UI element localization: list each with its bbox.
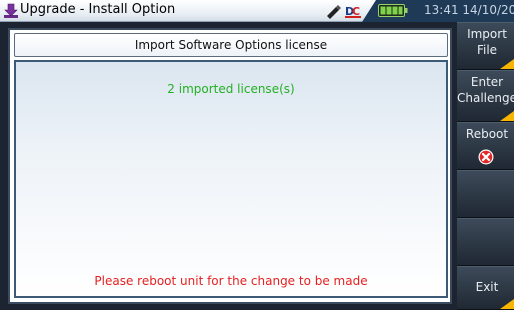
battery-icon: [378, 4, 408, 17]
reboot-button[interactable]: Reboot: [457, 122, 514, 170]
enter-challenge-label: Enter Challenge: [457, 75, 514, 105]
exit-label: Exit: [475, 280, 499, 294]
clock: 13:41 14/10/2016: [424, 3, 514, 17]
license-content-area: 2 imported license(s) Please reboot unit…: [14, 60, 448, 298]
panel-header: Import Software Options license: [14, 33, 448, 57]
window-title: Upgrade - Install Option: [20, 2, 176, 17]
import-file-button[interactable]: Import File: [457, 22, 514, 70]
close-icon: [478, 149, 494, 165]
exit-button[interactable]: Exit: [457, 266, 514, 310]
softkey-column: Import File Enter Challenge Reboot Exit: [457, 22, 514, 310]
status-area: D C 13:41 14/10/2016: [300, 0, 514, 22]
reboot-label: Reboot: [465, 127, 509, 141]
blank-softkey-1[interactable]: [457, 170, 514, 218]
power-plug-icon: D C: [345, 5, 361, 18]
title-bar: Upgrade - Install Option D C 13:41 14/10…: [0, 0, 514, 22]
imported-licenses-message: 2 imported license(s): [167, 82, 295, 96]
enter-challenge-button[interactable]: Enter Challenge: [457, 70, 514, 122]
softkey-corner-marker: [500, 299, 514, 309]
download-icon: [4, 3, 18, 18]
blank-softkey-2[interactable]: [457, 218, 514, 266]
panel-header-text: Import Software Options license: [134, 38, 328, 52]
softkey-corner-marker: [500, 59, 514, 69]
reboot-warning-message: Please reboot unit for the change to be …: [94, 274, 368, 288]
softkey-corner-marker: [500, 111, 514, 121]
import-file-label: Import File: [467, 27, 507, 57]
pen-icon: [327, 5, 341, 19]
